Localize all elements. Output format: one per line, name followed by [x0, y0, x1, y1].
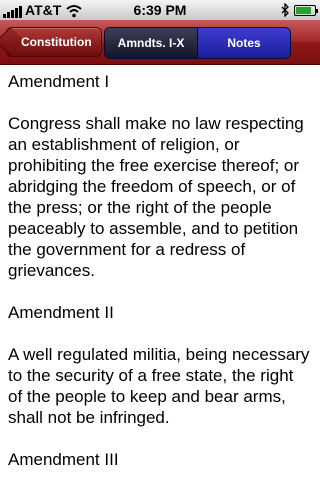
- status-bar: AT&T 6:39 PM: [0, 0, 320, 20]
- segment-amendments[interactable]: Amndts. I-X: [105, 28, 198, 58]
- amendment-1-text: Congress shall make no law respecting an…: [8, 114, 304, 280]
- amendment-2-heading: Amendment II: [8, 303, 114, 322]
- battery-level: [296, 6, 311, 14]
- navigation-bar: Constitution Amndts. I-X Notes: [0, 20, 320, 65]
- battery-icon: [294, 4, 318, 16]
- bluetooth-icon: [281, 3, 289, 17]
- back-button-label: Constitution: [21, 35, 92, 49]
- status-time: 6:39 PM: [133, 2, 187, 18]
- segment-amendments-label: Amndts. I-X: [117, 36, 185, 50]
- segment-notes[interactable]: Notes: [198, 28, 290, 58]
- amendment-2-text: A well regulated militia, being necessar…: [8, 345, 310, 427]
- segmented-control: Amndts. I-X Notes: [104, 27, 291, 59]
- amendment-3-heading: Amendment III: [8, 450, 119, 469]
- segment-notes-label: Notes: [227, 36, 261, 50]
- amendment-1-heading: Amendment I: [8, 72, 110, 91]
- back-button[interactable]: Constitution: [6, 27, 102, 57]
- amendments-text[interactable]: Amendment I Congress shall make no law r…: [0, 65, 320, 480]
- status-right: [281, 3, 318, 17]
